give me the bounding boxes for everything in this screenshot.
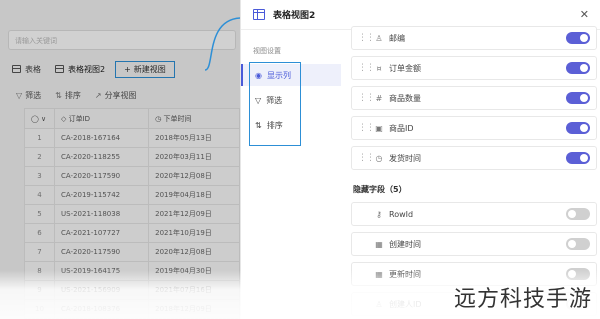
toggle-knob — [568, 210, 576, 218]
toggle-knob — [580, 64, 588, 72]
drag-handle-icon[interactable]: ⋮⋮ — [358, 123, 375, 133]
visibility-toggle[interactable] — [566, 92, 590, 104]
field-label: 商品数量 — [389, 93, 421, 103]
table-icon — [253, 9, 265, 20]
field-label: 商品ID — [389, 123, 414, 133]
nav-highlight-box — [249, 62, 301, 146]
visibility-toggle[interactable] — [566, 208, 590, 220]
hidden-fields-heading: 隐藏字段（5） — [353, 185, 407, 194]
field-row[interactable]: ▦ 创建时间 — [351, 232, 597, 256]
visibility-toggle[interactable] — [566, 62, 590, 74]
field-label: RowId — [389, 209, 414, 219]
field-row[interactable]: ⋮⋮ ◷ 发货时间 — [351, 146, 597, 170]
panel-title: 表格视图2 — [273, 11, 316, 21]
number-icon: # — [375, 93, 383, 103]
field-label: 订单金额 — [389, 63, 421, 73]
id-icon: ▣ — [375, 123, 383, 133]
toggle-knob — [580, 34, 588, 42]
key-icon: ⚷ — [376, 209, 382, 219]
currency-icon: ¤ — [376, 63, 382, 73]
field-row[interactable]: ⋮⋮ ▣ 商品ID — [351, 116, 597, 140]
visibility-toggle[interactable] — [566, 122, 590, 134]
toggle-knob — [580, 94, 588, 102]
field-row[interactable]: ⚷ RowId — [351, 202, 597, 226]
toggle-knob — [580, 124, 588, 132]
toggle-knob — [580, 154, 588, 162]
visibility-toggle[interactable] — [566, 32, 590, 44]
field-row[interactable]: ⋮⋮ ♙ 邮编 — [351, 26, 597, 50]
person-icon: ♙ — [375, 33, 383, 43]
view-settings-nav: 视图设置 — [241, 40, 341, 62]
drag-handle-icon[interactable]: ⋮⋮ — [358, 33, 375, 43]
field-label: 发货时间 — [389, 153, 421, 163]
nav-heading: 视图设置 — [253, 47, 281, 55]
visibility-toggle[interactable] — [566, 238, 590, 250]
drag-handle-icon[interactable]: ⋮⋮ — [358, 93, 375, 103]
clock-icon: ◷ — [375, 153, 383, 163]
field-row[interactable]: ⋮⋮ ¤ 订单金额 — [351, 56, 597, 80]
drag-handle-icon[interactable]: ⋮⋮ — [358, 153, 375, 163]
field-row[interactable]: ⋮⋮ # 商品数量 — [351, 86, 597, 110]
close-icon[interactable]: ✕ — [580, 8, 589, 21]
visibility-toggle[interactable] — [566, 152, 590, 164]
field-label: 邮编 — [389, 33, 405, 43]
calendar-icon: ▦ — [375, 239, 383, 249]
field-label: 创建时间 — [389, 239, 421, 249]
toggle-knob — [568, 240, 576, 248]
watermark: 远方科技手游 — [453, 287, 592, 312]
drag-handle-icon[interactable]: ⋮⋮ — [358, 63, 375, 73]
